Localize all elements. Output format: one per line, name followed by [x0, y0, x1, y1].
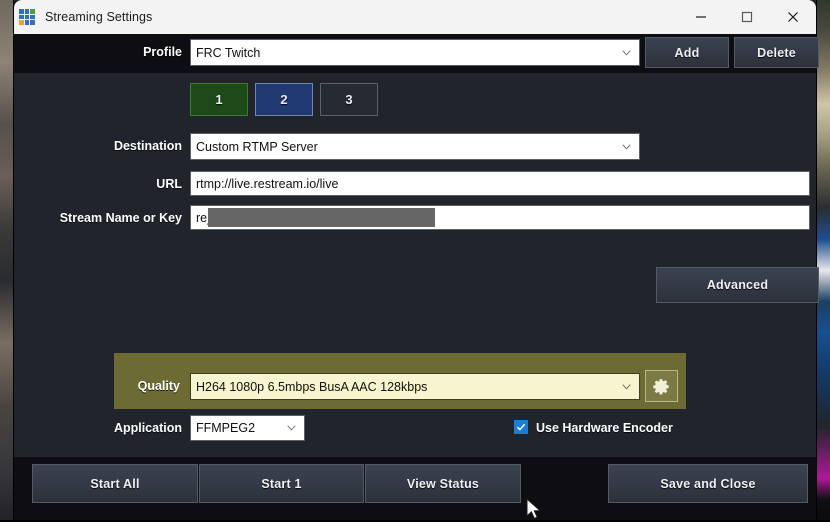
stream-key-label: Stream Name or Key	[59, 211, 182, 225]
save-and-close-button[interactable]: Save and Close	[608, 464, 808, 503]
title-bar: Streaming Settings	[14, 0, 816, 34]
checkmark-icon	[516, 423, 526, 431]
delete-profile-button[interactable]: Delete	[734, 37, 819, 68]
chevron-down-icon	[622, 143, 631, 149]
channel-tab-3[interactable]: 3	[320, 83, 378, 116]
minimize-icon[interactable]	[678, 0, 724, 34]
channel-tab-1[interactable]: 1	[190, 83, 248, 116]
stream-key-redaction	[208, 208, 435, 227]
chevron-down-icon	[622, 383, 631, 389]
view-status-button[interactable]: View Status	[365, 464, 521, 503]
destination-value: Custom RTMP Server	[196, 139, 318, 154]
channel-tab-2[interactable]: 2	[255, 83, 313, 116]
gear-icon[interactable]	[645, 370, 678, 402]
chevron-down-icon	[622, 49, 631, 55]
maximize-icon[interactable]	[724, 0, 770, 34]
start-1-button[interactable]: Start 1	[199, 464, 364, 503]
chevron-down-icon	[287, 425, 296, 431]
url-input[interactable]: rtmp://live.restream.io/live	[190, 171, 810, 196]
application-value: FFMPEG2	[196, 421, 256, 435]
streaming-settings-window: Streaming Settings Profile FRC Twitch Ad…	[14, 0, 819, 520]
start-all-button[interactable]: Start All	[32, 464, 198, 503]
quality-value: H264 1080p 6.5mbps BusA AAC 128kbps	[196, 379, 428, 394]
url-value: rtmp://live.restream.io/live	[196, 176, 339, 191]
application-label: Application	[113, 421, 182, 435]
use-hardware-encoder-label: Use Hardware Encoder	[536, 421, 673, 435]
use-hardware-encoder-checkbox[interactable]	[514, 420, 528, 434]
profile-combobox[interactable]: FRC Twitch	[190, 39, 640, 66]
destination-combobox[interactable]: Custom RTMP Server	[190, 133, 640, 160]
gear-glyph	[653, 378, 669, 394]
window-controls	[678, 0, 816, 34]
window-title: Streaming Settings	[45, 10, 153, 24]
add-profile-button[interactable]: Add	[645, 37, 729, 68]
close-icon[interactable]	[770, 0, 816, 34]
profile-value: FRC Twitch	[196, 45, 261, 60]
quality-combobox[interactable]: H264 1080p 6.5mbps BusA AAC 128kbps	[190, 373, 640, 400]
profile-label: Profile	[143, 45, 182, 59]
advanced-button[interactable]: Advanced	[656, 267, 819, 303]
grid-app-icon	[19, 9, 35, 25]
quality-label: Quality	[137, 379, 180, 393]
mouse-cursor	[526, 498, 542, 520]
url-label: URL	[156, 177, 182, 191]
application-combobox[interactable]: FFMPEG2	[190, 415, 305, 441]
destination-label: Destination	[113, 139, 182, 153]
